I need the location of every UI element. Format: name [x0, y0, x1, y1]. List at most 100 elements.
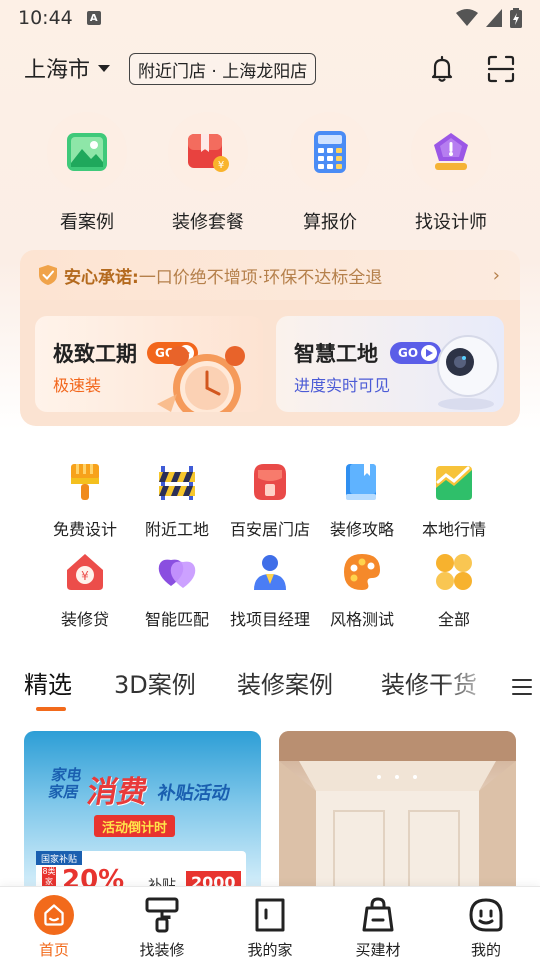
nav-find-renovation[interactable]: 找装修: [108, 887, 216, 960]
manager-icon: [254, 555, 286, 590]
subsidy-line1: 家电: [50, 766, 84, 784]
promo-title: 智慧工地: [294, 342, 378, 366]
category-designer[interactable]: 找设计师: [396, 112, 506, 234]
signal-icon: [486, 9, 502, 27]
promo-sub: 进度实时可见: [294, 376, 391, 395]
caret-down-icon: [98, 64, 111, 72]
tab-renovation-cases[interactable]: 装修案例: [237, 665, 333, 700]
store-icon: [254, 464, 286, 500]
bell-icon[interactable]: [427, 54, 457, 84]
service-nearby-sites[interactable]: 附近工地: [127, 460, 227, 540]
nearby-store-button[interactable]: 附近门店 · 上海龙阳店: [129, 53, 317, 85]
nav-home[interactable]: 首页: [0, 887, 108, 960]
feed-card-subsidy[interactable]: 家电 家居 消费 补贴活动 活动倒计时 国家补贴 8类家 20% 补贴 2000: [24, 731, 261, 891]
bottom-nav: 首页 找装修 我的家 买建材 我的: [0, 886, 540, 960]
subsidy-prefix: 家电 家居: [47, 766, 84, 801]
category-icon-bg: [47, 112, 127, 192]
paint-roller-icon: [142, 895, 182, 935]
service-label: 智能匹配: [144, 610, 209, 629]
service-label: 本地行情: [421, 520, 486, 539]
home-screen: 10:44 A 上海市 附近门店 · 上海龙阳店 看案例 ¥ 装修套餐 算报价 …: [0, 0, 540, 960]
category-cases[interactable]: 看案例: [32, 112, 142, 234]
category-packages[interactable]: ¥ 装修套餐: [153, 112, 263, 234]
menu-icon[interactable]: [512, 679, 532, 695]
countdown-badge: 活动倒计时: [94, 815, 176, 837]
content-tabs: 精选 3D案例 装修案例 装修干货: [0, 665, 540, 715]
nav-profile[interactable]: 我的: [432, 887, 540, 960]
trend-chart-icon: [436, 466, 472, 500]
book-icon: [346, 464, 376, 500]
service-label: 装修贷: [60, 610, 109, 629]
service-guides[interactable]: 装修攻略: [312, 460, 412, 540]
top-categories: 看案例 ¥ 装修套餐 算报价 找设计师: [0, 112, 540, 242]
promise-title: 安心承诺:: [64, 267, 139, 288]
service-free-design[interactable]: 免费设计: [35, 460, 135, 540]
service-local-market[interactable]: 本地行情: [404, 460, 504, 540]
tab-fade: [440, 665, 500, 705]
service-all[interactable]: 全部: [404, 550, 504, 630]
subsidy-line2: 家居: [47, 783, 81, 801]
service-grid: 免费设计 附近工地 百安居门店 装修攻略 本地行情 ¥ 装修贷 智能匹配 找项目…: [0, 460, 540, 630]
service-label: 装修攻略: [329, 520, 394, 539]
service-label: 免费设计: [52, 520, 117, 539]
city-selector[interactable]: 上海市: [24, 52, 111, 84]
promise-text: 一口价绝不增项·环保不达标全退: [138, 267, 383, 288]
city-label: 上海市: [24, 58, 91, 83]
category-quote[interactable]: 算报价: [275, 112, 385, 234]
notification-a-icon: A: [86, 11, 101, 25]
service-loan[interactable]: ¥ 装修贷: [35, 550, 135, 630]
nav-label: 我的: [470, 941, 501, 959]
calculator-icon: [314, 131, 346, 173]
service-label: 风格测试: [329, 610, 394, 629]
active-tab-indicator: [36, 707, 66, 711]
chevron-right-icon: ›: [492, 264, 500, 286]
nav-buy-materials[interactable]: 买建材: [324, 887, 432, 960]
promise-banner[interactable]: 安心承诺: 一口价绝不增项·环保不达标全退 ›: [20, 250, 520, 300]
promo-title: 极致工期: [53, 342, 137, 366]
loan-house-icon: ¥: [67, 554, 103, 590]
profile-face-icon: [466, 895, 506, 935]
service-label: 百安居门店: [229, 520, 310, 539]
subsidy-tag: 国家补贴: [36, 851, 83, 865]
package-icon: ¥: [188, 134, 229, 172]
service-label: 全部: [437, 610, 470, 629]
promo-section: 极致工期 GO 极速装 智慧工地 GO 进度实时可见: [20, 300, 520, 426]
service-project-manager[interactable]: 找项目经理: [220, 550, 320, 630]
promo-smart-site[interactable]: 智慧工地 GO 进度实时可见: [276, 316, 504, 412]
nav-label: 买建材: [355, 941, 401, 959]
scan-icon[interactable]: [486, 54, 516, 84]
promo-fast-build[interactable]: 极致工期 GO 极速装: [35, 316, 263, 412]
battery-icon: [510, 8, 522, 28]
brush-icon: [71, 464, 99, 500]
status-right: [456, 8, 522, 28]
subsidy-tail: 补贴活动: [155, 783, 232, 804]
category-label: 看案例: [60, 212, 114, 233]
tab-3d-cases[interactable]: 3D案例: [114, 665, 196, 700]
status-time: 10:44: [18, 7, 73, 29]
nav-label: 我的家: [247, 941, 293, 959]
nav-label: 首页: [38, 941, 69, 959]
subsidy-big: 消费: [84, 775, 151, 810]
wifi-icon: [456, 9, 478, 26]
service-stores[interactable]: 百安居门店: [220, 460, 320, 540]
category-label: 算报价: [303, 212, 357, 233]
svg-text:¥: ¥: [218, 160, 224, 171]
shield-check-icon: [39, 265, 57, 285]
service-style-test[interactable]: 风格测试: [312, 550, 412, 630]
subsidy-panel: 国家补贴 8类家 20% 补贴 2000: [36, 851, 246, 891]
feed-card-interior[interactable]: [279, 731, 516, 891]
go-label: GO: [398, 346, 419, 360]
promo-sub: 极速装: [53, 376, 102, 395]
picture-icon: [67, 133, 107, 171]
barrier-icon: [159, 466, 195, 500]
all-grid-icon: [436, 554, 472, 590]
nav-label: 找装修: [139, 941, 185, 959]
subsidy-side: 8类家: [42, 867, 56, 887]
tab-featured[interactable]: 精选: [24, 665, 72, 700]
interior-photo: [279, 731, 516, 891]
category-icon-bg: ¥: [168, 112, 248, 192]
nav-my-home[interactable]: 我的家: [216, 887, 324, 960]
shopping-bag-icon: [358, 895, 398, 935]
service-smart-match[interactable]: 智能匹配: [127, 550, 227, 630]
category-icon-bg: [411, 112, 491, 192]
